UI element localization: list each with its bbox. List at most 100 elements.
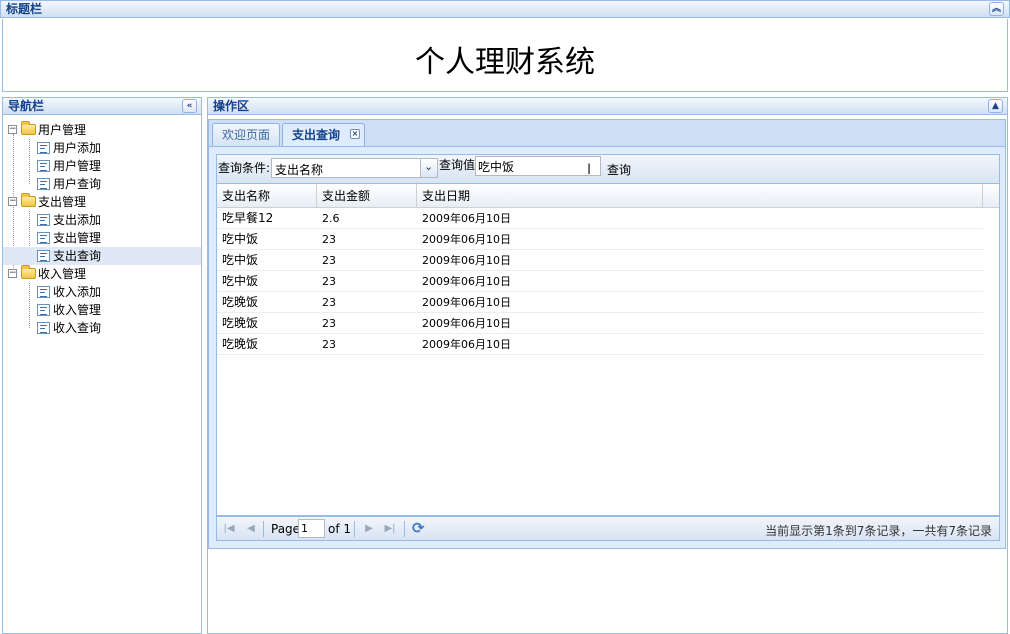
- tree-item-label: 收入添加: [53, 285, 102, 299]
- tree-group-label: 用户管理: [38, 123, 87, 137]
- table-row[interactable]: 吃晚饭 23 2009年06月10日: [217, 292, 983, 313]
- page-number-input[interactable]: [298, 519, 325, 538]
- query-value-label: 查询值: [439, 158, 476, 172]
- prev-page-icon[interactable]: ◀: [244, 522, 258, 536]
- cell-amount: 23: [322, 296, 336, 309]
- title-panel-label: 标题栏: [6, 2, 43, 16]
- query-condition-value: 支出名称: [275, 163, 324, 177]
- tree-item-expense-manage[interactable]: 支出管理: [3, 229, 201, 247]
- separator: [404, 521, 405, 537]
- cell-name: 吃中饭: [222, 253, 259, 267]
- folder-open-icon: [21, 193, 36, 207]
- folder-open-icon: [21, 265, 36, 279]
- nav-panel-header: 导航栏 «: [2, 97, 202, 115]
- form-icon: [37, 304, 50, 316]
- form-icon: [37, 232, 50, 244]
- cell-date: 2009年06月10日: [422, 254, 511, 267]
- cell-amount: 23: [322, 338, 336, 351]
- cell-name: 吃晚饭: [222, 316, 259, 330]
- title-panel-header: 标题栏 ︽: [0, 0, 1010, 18]
- cell-date: 2009年06月10日: [422, 275, 511, 288]
- tree-item-income-manage[interactable]: 收入管理: [3, 301, 201, 319]
- form-icon: [37, 286, 50, 298]
- query-button[interactable]: 查询: [607, 161, 631, 178]
- chevron-down-icon: ⌄: [424, 160, 434, 173]
- collapse-toggle-icon[interactable]: −: [8, 197, 17, 206]
- work-panel-header: 操作区 ▲: [207, 97, 1008, 115]
- paging-toolbar: |◀ ◀ Page of 1 ▶ ▶| ⟳ 当前显示第1条到7条记录，一共有7条…: [216, 516, 1000, 541]
- form-icon: [37, 160, 50, 172]
- tree-group-user[interactable]: − 用户管理: [3, 121, 201, 139]
- tab-label: 支出查询: [292, 128, 341, 142]
- cell-date: 2009年06月10日: [422, 296, 511, 309]
- tree-item-user-query[interactable]: 用户查询: [3, 175, 201, 193]
- tree-group-income[interactable]: − 收入管理: [3, 265, 201, 283]
- page-label: Page: [271, 522, 301, 536]
- tree-group-expense[interactable]: − 支出管理: [3, 193, 201, 211]
- grid-header: 支出名称 支出金额 支出日期: [217, 184, 999, 208]
- query-value-input[interactable]: [475, 156, 601, 176]
- collapse-toggle-icon[interactable]: −: [8, 269, 17, 278]
- column-header-date[interactable]: 支出日期: [417, 184, 983, 207]
- form-icon: [37, 142, 50, 154]
- table-row[interactable]: 吃中饭 23 2009年06月10日: [217, 271, 983, 292]
- tree-item-expense-query[interactable]: 支出查询: [3, 247, 201, 265]
- tree-item-user-manage[interactable]: 用户管理: [3, 157, 201, 175]
- next-page-icon[interactable]: ▶: [362, 522, 376, 536]
- tree-item-income-add[interactable]: 收入添加: [3, 283, 201, 301]
- query-toolbar: 查询条件: 支出名称 ⌄ 查询值 Ι 查询: [216, 154, 1000, 184]
- chevron-up-icon[interactable]: ▲: [988, 99, 1003, 113]
- title-panel-body: 个人理财系统: [2, 19, 1008, 92]
- cell-name: 吃早餐12: [222, 211, 274, 225]
- text-cursor-icon: Ι: [587, 162, 592, 178]
- app-title: 个人理财系统: [415, 45, 595, 80]
- form-icon: [37, 250, 50, 262]
- table-row[interactable]: 吃晚饭 23 2009年06月10日: [217, 313, 983, 334]
- page-total-label: of 1: [328, 522, 352, 536]
- separator: [354, 521, 355, 537]
- tree-group-label: 收入管理: [38, 267, 87, 281]
- double-chevron-up-icon[interactable]: ︽: [989, 2, 1004, 16]
- query-condition-select[interactable]: 支出名称 ⌄: [271, 158, 438, 178]
- tree-item-expense-add[interactable]: 支出添加: [3, 211, 201, 229]
- last-page-icon[interactable]: ▶|: [383, 522, 397, 536]
- column-header-amount[interactable]: 支出金额: [317, 184, 417, 207]
- work-panel-label: 操作区: [213, 99, 250, 113]
- folder-open-icon: [21, 121, 36, 135]
- table-row[interactable]: 吃中饭 23 2009年06月10日: [217, 250, 983, 271]
- tree-item-label: 用户管理: [53, 159, 102, 173]
- cell-date: 2009年06月10日: [422, 317, 511, 330]
- cell-amount: 23: [322, 233, 336, 246]
- expense-grid: 支出名称 支出金额 支出日期 吃早餐12 2.6 2009年06月10日 吃中饭 23 2…: [216, 184, 1000, 516]
- tree-item-user-add[interactable]: 用户添加: [3, 139, 201, 157]
- tab-welcome[interactable]: 欢迎页面: [212, 123, 280, 148]
- refresh-icon[interactable]: ⟳: [412, 519, 425, 537]
- query-condition-label: 查询条件:: [218, 161, 271, 175]
- table-row[interactable]: 吃早餐12 2.6 2009年06月10日: [217, 208, 983, 229]
- table-row[interactable]: 吃晚饭 23 2009年06月10日: [217, 334, 983, 355]
- form-icon: [37, 322, 50, 334]
- tree-item-label: 收入管理: [53, 303, 102, 317]
- cell-date: 2009年06月10日: [422, 338, 511, 351]
- dropdown-trigger[interactable]: ⌄: [420, 159, 437, 177]
- cell-name: 吃中饭: [222, 274, 259, 288]
- cell-amount: 23: [322, 254, 336, 267]
- tree-item-label: 用户添加: [53, 141, 102, 155]
- nav-tree: − 用户管理 用户添加 用户管理 用户查询 − 支出管理 支出添加 支出管理 支…: [2, 115, 202, 634]
- form-icon: [37, 214, 50, 226]
- collapse-toggle-icon[interactable]: −: [8, 125, 17, 134]
- cell-amount: 2.6: [322, 212, 340, 225]
- tree-item-income-query[interactable]: 收入查询: [3, 319, 201, 337]
- column-header-name[interactable]: 支出名称: [217, 184, 317, 207]
- cell-amount: 23: [322, 317, 336, 330]
- double-chevron-left-icon[interactable]: «: [182, 99, 197, 113]
- tree-item-label: 用户查询: [53, 177, 102, 191]
- table-row[interactable]: 吃中饭 23 2009年06月10日: [217, 229, 983, 250]
- cell-name: 吃晚饭: [222, 337, 259, 351]
- tree-item-label: 支出管理: [53, 231, 102, 245]
- first-page-icon[interactable]: |◀: [222, 522, 236, 536]
- cell-date: 2009年06月10日: [422, 212, 511, 225]
- tree-item-label: 支出添加: [53, 213, 102, 227]
- tab-strip: 欢迎页面 支出查询 ×: [208, 119, 1006, 149]
- close-icon[interactable]: ×: [350, 129, 360, 139]
